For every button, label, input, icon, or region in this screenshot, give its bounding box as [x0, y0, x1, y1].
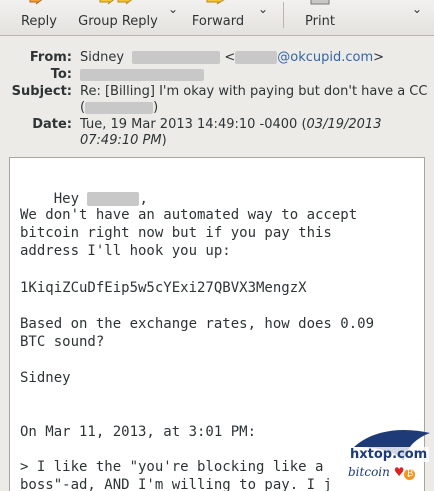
watermark: hxtop.com bitcoin ♥ ₿ — [344, 425, 434, 491]
redacted-block — [235, 51, 278, 64]
from-close-bracket: > — [373, 50, 385, 65]
body-text-line: bitcoin right now but if you pay this — [20, 225, 332, 241]
date-row: Date: Tue, 19 Mar 2013 14:49:10 -0400 (0… — [0, 117, 434, 151]
toolbar-overflow-arrow[interactable]: ⌄ — [410, 2, 424, 16]
bitcoin-address: 1KiqiZCuDfEip5w5cYExi27QBVX3MengzX — [20, 280, 307, 296]
from-name: Sidney — [80, 50, 125, 65]
body-text-line: We don't have an automated way to accept — [20, 207, 358, 223]
chevron-down-icon: ⌄ — [411, 2, 423, 16]
date-local-time: 07:49:10 PM — [80, 133, 162, 148]
printer-icon — [310, 0, 330, 10]
subject-label: Subject: — [11, 84, 72, 99]
watermark-site: hxtop.com — [348, 447, 430, 462]
group-reply-label: Group Reply — [78, 14, 158, 29]
subject-line-1: Re: [Billing] I'm okay with paying but d… — [80, 84, 428, 99]
forward-icon — [203, 0, 233, 12]
redacted-block — [87, 192, 140, 206]
reply-label: Reply — [20, 14, 57, 29]
forward-button[interactable]: Forward — [188, 0, 248, 34]
to-row: To: — [0, 67, 434, 83]
forward-label: Forward — [191, 14, 245, 29]
forward-menu-arrow[interactable]: ⌄ — [256, 2, 270, 16]
print-label: Print — [305, 14, 335, 29]
redacted-block — [85, 101, 154, 114]
chevron-down-icon: ⌄ — [167, 2, 179, 16]
quoted-text-line: boss"-ad, AND I'm willing to pay. I j — [20, 477, 332, 491]
message-toolbar: Reply Group Reply ⌄ Forward ⌄ Print ⌄ — [0, 0, 434, 36]
group-reply-icon — [98, 0, 138, 12]
subject-row: Subject: Re: [Billing] I'm okay with pay… — [0, 84, 434, 118]
message-header: From: Sidney < @okcupid.com> To: Subject:… — [0, 36, 434, 156]
watermark-tagline: bitcoin ♥ ₿ — [348, 465, 416, 480]
print-button[interactable]: Print — [298, 0, 342, 34]
body-text-line: Based on the exchange rates, how does 0.… — [20, 316, 375, 332]
date-value: Tue, 19 Mar 2013 14:49:10 -0400 ( — [80, 117, 307, 132]
toolbar-separator — [283, 2, 284, 28]
heart-icon: ♥ — [393, 465, 405, 479]
date-line-2: 07:49:10 PM) — [80, 133, 167, 148]
date-label: Date: — [32, 117, 72, 132]
from-row: From: Sidney < @okcupid.com> — [0, 50, 434, 66]
from-value: Sidney < @okcupid.com> — [80, 50, 384, 66]
group-reply-menu-arrow[interactable]: ⌄ — [166, 2, 180, 16]
bitcoin-logo-icon: ₿ — [404, 469, 416, 480]
redacted-block — [80, 68, 204, 81]
quoted-text-line: > I like the "you're blocking like a — [20, 459, 324, 475]
reply-icon — [28, 0, 50, 12]
body-text-line: address I'll hook you up: — [20, 243, 231, 259]
date-line-1: Tue, 19 Mar 2013 14:49:10 -0400 (03/19/2… — [80, 117, 381, 133]
to-label: To: — [50, 67, 72, 82]
quote-header: On Mar 11, 2013, at 3:01 PM: — [20, 424, 257, 440]
from-label: From: — [29, 50, 72, 65]
to-value[interactable] — [80, 67, 204, 83]
chevron-down-icon: ⌄ — [257, 2, 269, 16]
redacted-block — [132, 51, 221, 64]
body-text-line: BTC sound? — [20, 334, 105, 350]
group-reply-button[interactable]: Group Reply — [72, 0, 164, 34]
from-open-bracket: < — [224, 50, 236, 65]
date-local-date: 03/19/2013 — [306, 117, 382, 132]
from-email-link[interactable]: @okcupid.com — [277, 50, 373, 65]
signature: Sidney — [20, 370, 71, 386]
subject-line-2: () — [80, 100, 159, 115]
reply-button[interactable]: Reply — [14, 0, 64, 34]
